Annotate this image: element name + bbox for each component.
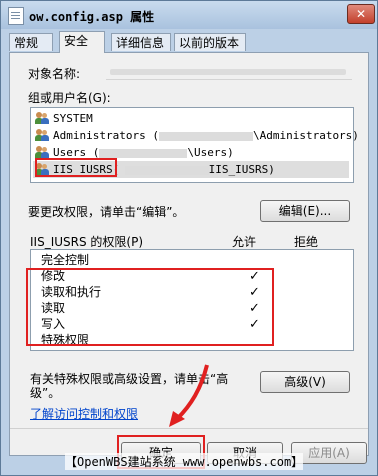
close-button[interactable]: ✕ — [347, 4, 375, 24]
users-group-icon — [35, 129, 49, 142]
tab-previous-versions[interactable]: 以前的版本 — [174, 33, 246, 51]
highlight-selected-user — [35, 158, 117, 177]
list-item-administrators[interactable]: Administrators ( \Administrators) — [33, 127, 359, 144]
user-name: SYSTEM — [53, 112, 93, 125]
special-hint-line2: 级”。 — [30, 386, 61, 400]
tab-security[interactable]: 安全 — [59, 31, 105, 53]
users-group-icon — [35, 112, 49, 125]
permission-name: 完全控制 — [41, 253, 90, 267]
permissions-header: IIS_IUSRS 的权限(P) — [30, 235, 144, 249]
highlight-permissions — [26, 268, 274, 346]
list-item-system[interactable]: SYSTEM — [33, 110, 349, 127]
annotation-arrow-icon — [169, 364, 209, 427]
blurred-host — [99, 148, 188, 158]
edit-button[interactable]: 编辑(E)... — [260, 200, 350, 222]
blurred-host — [124, 165, 209, 175]
object-name-value — [106, 65, 352, 80]
deny-column-header: 拒绝 — [294, 235, 319, 249]
file-icon — [8, 7, 24, 25]
edit-hint: 要更改权限，请单击“编辑”。 — [28, 205, 185, 219]
user-name: Administrators ( — [53, 129, 159, 142]
user-suffix: \Administrators) — [252, 129, 359, 142]
window-title: ow.config.asp 属性 — [29, 10, 155, 24]
tab-general[interactable]: 常规 — [9, 33, 53, 51]
group-or-user-label: 组或用户名(G): — [28, 91, 111, 105]
advanced-button[interactable]: 高级(V) — [260, 371, 350, 393]
watermark: 【OpenWBS建站系统 www.openwbs.com】 — [65, 453, 304, 470]
user-suffix: \Users) — [187, 146, 234, 159]
title-bar[interactable]: ow.config.asp 属性 ✕ — [1, 1, 377, 29]
allow-column-header: 允许 — [232, 235, 257, 249]
properties-window: ow.config.asp 属性 ✕ 常规 安全 详细信息 以前的版本 对象名称… — [0, 0, 378, 476]
blurred-path — [110, 69, 346, 75]
user-suffix: IIS_IUSRS) — [208, 163, 275, 176]
object-name-label: 对象名称: — [28, 67, 81, 81]
permission-row: 完全控制 — [41, 252, 341, 269]
tab-details[interactable]: 详细信息 — [111, 33, 171, 51]
blurred-host — [158, 131, 253, 141]
learn-access-control-link[interactable]: 了解访问控制和权限 — [30, 405, 138, 422]
